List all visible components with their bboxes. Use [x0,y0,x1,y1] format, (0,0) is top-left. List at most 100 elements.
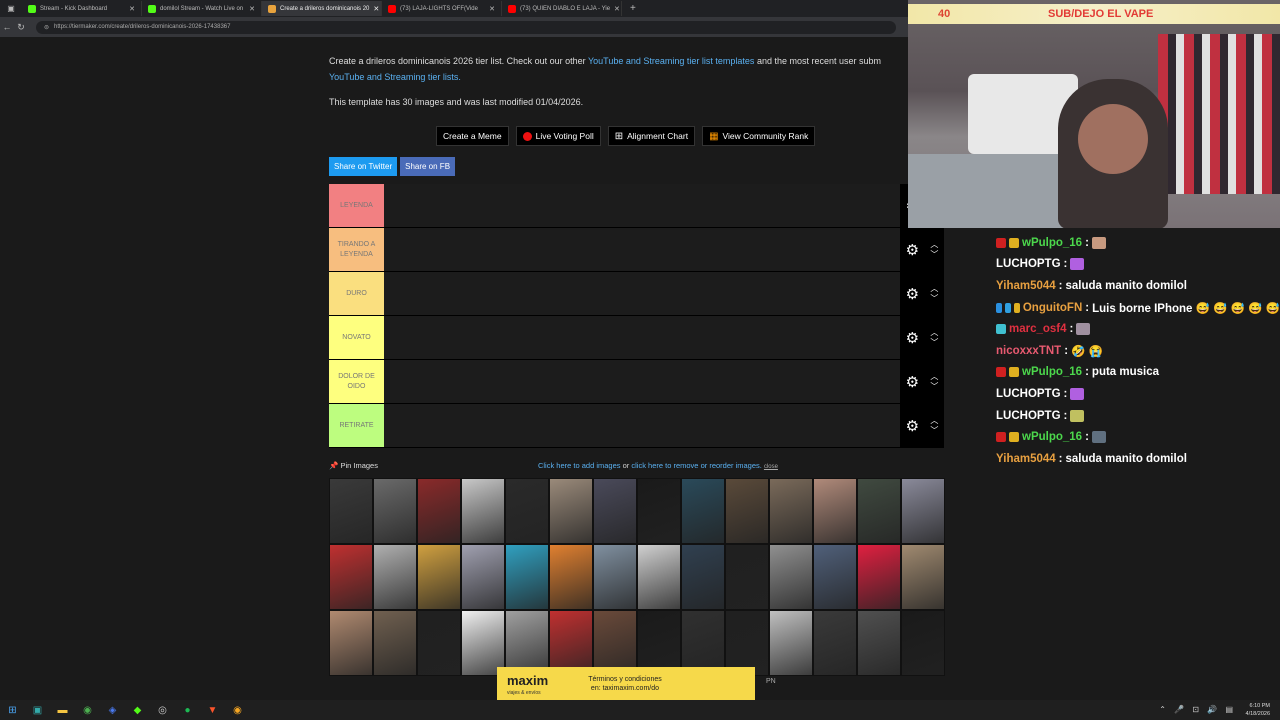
tier-image-thumbnail[interactable] [769,610,813,676]
site-info-icon[interactable]: ⊜ [44,24,49,31]
tier-image-thumbnail[interactable] [593,544,637,610]
tier-label[interactable]: LEYENDA [329,184,384,227]
system-tray-icons[interactable]: ⌃ 🎤 ⊡ 🔊 ▤ [1159,705,1236,714]
tier-label[interactable]: DURO [329,272,384,315]
clock[interactable]: 6:10 PM 4/18/2026 [1246,702,1270,718]
tier-image-thumbnail[interactable] [901,544,945,610]
back-icon[interactable]: ← [0,22,14,32]
tier-image-thumbnail[interactable] [373,478,417,544]
tier-image-thumbnail[interactable] [417,610,461,676]
chat-username[interactable]: wPulpo_16 [1022,431,1082,443]
tier-image-thumbnail[interactable] [769,478,813,544]
tier-image-thumbnail[interactable] [637,478,681,544]
chat-username[interactable]: LUCHOPTG [996,388,1061,400]
browser-tab[interactable]: Stream - Kick Dashboard ✕ [22,1,142,16]
tier-drop-zone[interactable] [384,228,900,271]
close-tab-icon[interactable]: ✕ [129,5,135,13]
browser-tab[interactable]: (73) LAJA-LIGHTS OFF(Vide ✕ [382,1,502,16]
browser-tab[interactable]: (73) QUIEN DIABLO E LAJA - Yie ✕ [502,1,622,16]
tier-image-thumbnail[interactable] [329,544,373,610]
gear-icon[interactable]: ⚙ [906,373,919,391]
chevron-up-icon[interactable]: ︿ [930,284,938,294]
chevron-down-icon[interactable]: ﹀ [930,338,938,348]
chevron-down-icon[interactable]: ﹀ [930,250,938,260]
file-explorer-icon[interactable]: ▬ [50,705,75,716]
browser-tab[interactable]: Create a drileros dominicanois 20 ✕ [262,1,382,16]
tier-image-thumbnail[interactable] [637,544,681,610]
close-tab-icon[interactable]: ✕ [249,5,255,13]
tier-image-thumbnail[interactable] [725,478,769,544]
tier-label[interactable]: NOVATO [329,316,384,359]
chrome-icon[interactable]: ◉ [75,705,100,716]
tier-image-thumbnail[interactable] [373,610,417,676]
tier-image-thumbnail[interactable] [505,544,549,610]
tier-image-thumbnail[interactable] [681,544,725,610]
maxim-ad-banner[interactable]: maxim viajes & envíos Términos y condici… [497,667,755,700]
view-community-rank-button[interactable]: ▦ View Community Rank [702,126,816,146]
chevron-down-icon[interactable]: ﹀ [930,382,938,392]
tier-image-thumbnail[interactable] [417,478,461,544]
chat-username[interactable]: OnguitoFN [1023,302,1082,314]
tier-image-thumbnail[interactable] [725,544,769,610]
close-tab-icon[interactable]: ✕ [373,5,379,13]
tier-image-thumbnail[interactable] [813,610,857,676]
tier-image-thumbnail[interactable] [417,544,461,610]
tier-drop-zone[interactable] [384,404,900,447]
chevron-down-icon[interactable]: ﹀ [930,294,938,304]
chevron-up-icon[interactable]: ︿ [930,416,938,426]
spotify-icon[interactable]: ● [175,705,200,716]
terminal-icon[interactable]: ▣ [25,705,50,716]
chat-username[interactable]: wPulpo_16 [1022,237,1082,249]
tier-image-thumbnail[interactable] [813,478,857,544]
tier-image-thumbnail[interactable] [505,478,549,544]
tier-image-thumbnail[interactable] [461,544,505,610]
tier-image-thumbnail[interactable] [329,478,373,544]
chevron-up-icon[interactable]: ︿ [930,328,938,338]
remove-images-link[interactable]: click here to remove or reorder images. [631,461,761,470]
templates-link[interactable]: YouTube and Streaming tier list template… [588,56,754,66]
obs-icon[interactable]: ◎ [150,705,175,716]
url-field[interactable]: ⊜ https://tiermaker.com/create/drileros-… [36,20,896,34]
live-voting-poll-button[interactable]: Live Voting Poll [515,126,601,146]
tier-label[interactable]: RETIRATE [329,404,384,447]
chat-username[interactable]: wPulpo_16 [1022,366,1082,378]
chevron-down-icon[interactable]: ﹀ [930,426,938,436]
tier-lists-link[interactable]: YouTube and Streaming tier lists. [329,72,461,82]
tier-image-thumbnail[interactable] [769,544,813,610]
chat-username[interactable]: Yiham5044 [996,453,1056,465]
chrome-canary-icon[interactable]: ◉ [225,705,250,716]
tier-drop-zone[interactable] [384,272,900,315]
reload-icon[interactable]: ↻ [14,22,28,33]
tier-image-thumbnail[interactable] [813,544,857,610]
chevron-up-icon[interactable]: ︿ [930,240,938,250]
close-link[interactable]: close [764,464,778,470]
gear-icon[interactable]: ⚙ [906,285,919,303]
share-facebook-button[interactable]: Share on FB [400,157,456,176]
kick-icon[interactable]: ◆ [125,705,150,716]
pin-images-toggle[interactable]: 📌 Pin Images [329,461,378,470]
brave-icon[interactable]: ▼ [200,705,225,716]
app-icon[interactable]: ◈ [100,705,125,716]
gear-icon[interactable]: ⚙ [906,417,919,435]
tier-image-thumbnail[interactable] [461,478,505,544]
tier-image-thumbnail[interactable] [329,610,373,676]
tier-image-thumbnail[interactable] [901,478,945,544]
chevron-up-icon[interactable]: ︿ [930,372,938,382]
tier-image-thumbnail[interactable] [857,610,901,676]
create-meme-button[interactable]: Create a Meme [436,126,509,146]
chat-username[interactable]: LUCHOPTG [996,410,1061,422]
tier-drop-zone[interactable] [384,316,900,359]
chat-username[interactable]: marc_osf4 [1009,323,1067,335]
chat-username[interactable]: nicoxxxTNT [996,345,1061,357]
tier-image-thumbnail[interactable] [549,544,593,610]
tier-label[interactable]: DOLOR DE OIDO [329,360,384,403]
tier-image-thumbnail[interactable] [593,478,637,544]
share-twitter-button[interactable]: Share on Twitter [329,157,398,176]
tier-image-thumbnail[interactable] [549,478,593,544]
chat-username[interactable]: Yiham5044 [996,280,1056,292]
tier-image-thumbnail[interactable] [857,544,901,610]
tier-image-thumbnail[interactable] [373,544,417,610]
gear-icon[interactable]: ⚙ [906,241,919,259]
close-tab-icon[interactable]: ✕ [489,5,495,13]
tier-label[interactable]: TIRANDO A LEYENDA [329,228,384,271]
